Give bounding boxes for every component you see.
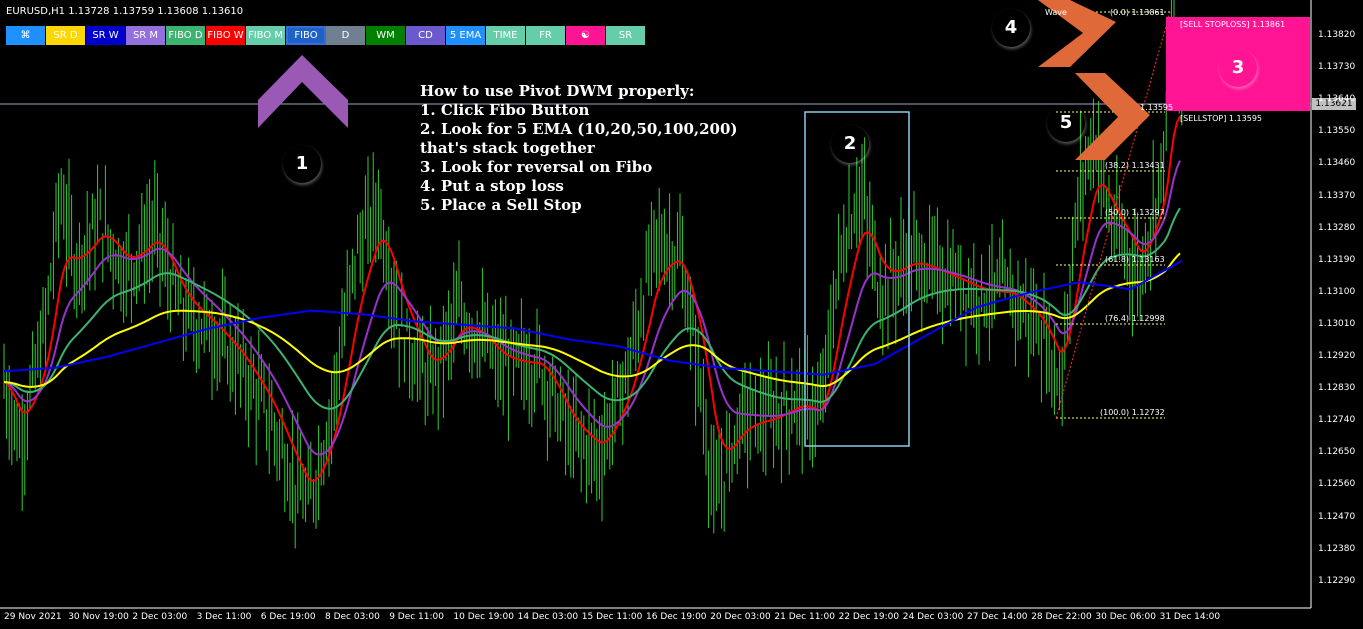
- indicator-toolbar: ⌘ SR D SR W SR M FIBO D FIBO W FIBO M FIBO D WM CD…: [6, 26, 646, 45]
- toolbar-button[interactable]: FIBO W: [206, 26, 246, 45]
- price-tick-label: 1.12740: [1318, 415, 1356, 426]
- fibo-wave-label: Wave: [1045, 8, 1067, 17]
- price-tick-label: 1.12920: [1318, 351, 1356, 361]
- time-tick-label: 9 Dec 11:00: [389, 612, 444, 622]
- time-tick-label: 16 Dec 19:00: [646, 612, 707, 622]
- price-tick-label: 1.13820: [1318, 30, 1356, 40]
- instruction-step: 2. Look for 5 EMA (10,20,50,100,200): [420, 120, 738, 138]
- fibo-level-label: (0.0) 1.13861: [1110, 8, 1165, 17]
- toolbar-button[interactable]: TIME: [486, 26, 526, 45]
- price-tick-label: 1.12650: [1318, 447, 1356, 458]
- instructions-panel: How to use Pivot DWM properly: 1. Click …: [420, 82, 738, 215]
- fibo-level-label: 1.13595: [1140, 103, 1174, 112]
- toolbar-button[interactable]: FR: [526, 26, 566, 45]
- price-tick-label: 1.13640: [1318, 94, 1356, 105]
- time-tick-label: 30 Dec 06:00: [1095, 612, 1156, 622]
- price-tick-label: 1.13100: [1318, 286, 1356, 297]
- time-tick-label: 28 Dec 22:00: [1031, 612, 1092, 622]
- toolbar-button[interactable]: WM: [366, 26, 406, 45]
- toolbar-button[interactable]: SR: [606, 26, 646, 45]
- price-tick-label: 1.13550: [1318, 126, 1356, 137]
- instruction-step: that's stack together: [420, 139, 595, 157]
- time-tick-label: 2 Dec 03:00: [132, 612, 188, 622]
- symbol-header: EURUSD,H1 1.13728 1.13759 1.13608 1.1361…: [6, 6, 244, 17]
- toolbar-button[interactable]: 5 EMA: [446, 26, 486, 45]
- fibo-level-label: (61.8) 1.13163: [1105, 255, 1165, 264]
- price-tick-label: 1.13370: [1318, 190, 1356, 201]
- sellstop-label: [SELLSTOP] 1.13595: [1180, 114, 1262, 123]
- price-tick-label: 1.12560: [1318, 479, 1356, 490]
- step-badge-5: 5: [1047, 104, 1085, 142]
- price-tick-label: 1.13730: [1318, 62, 1356, 73]
- time-tick-label: 10 Dec 19:00: [453, 612, 514, 622]
- step-badge-3: 3: [1219, 49, 1257, 87]
- time-tick-label: 20 Dec 03:00: [710, 612, 771, 622]
- time-tick-label: 3 Dec 11:00: [196, 612, 252, 622]
- toolbar-button[interactable]: SR W: [86, 26, 126, 45]
- fibo-level-label: (50.0) 1.13297: [1105, 208, 1165, 217]
- toolbar-button[interactable]: FIBO: [286, 26, 326, 45]
- time-tick-label: 30 Nov 19:00: [68, 612, 129, 622]
- price-tick-label: 1.12290: [1318, 575, 1356, 586]
- fibo-level-label: (100.0) 1.12732: [1100, 408, 1165, 417]
- price-tick-label: 1.12830: [1318, 383, 1356, 394]
- time-tick-label: 22 Dec 19:00: [838, 612, 900, 622]
- instruction-step: 5. Place a Sell Stop: [420, 196, 582, 214]
- time-tick-label: 14 Dec 03:00: [517, 612, 579, 622]
- fibo-level-label: (38.2) 1.13431: [1105, 161, 1165, 170]
- toolbar-button[interactable]: FIBO D: [166, 26, 206, 45]
- instruction-step: 3. Look for reversal on Fibo: [420, 158, 653, 176]
- price-tick-label: 1.12380: [1318, 543, 1356, 554]
- price-tick-label: 1.13010: [1318, 318, 1356, 329]
- time-tick-label: 15 Dec 11:00: [581, 612, 643, 622]
- time-tick-label: 24 Dec 03:00: [902, 612, 964, 622]
- time-tick-label: 8 Dec 03:00: [325, 612, 380, 622]
- time-tick-label: 21 Dec 11:00: [774, 612, 835, 622]
- sell-stoploss-label: [SELL STOPLOSS] 1.13861: [1180, 20, 1286, 29]
- time-tick-label: 29 Nov 2021: [4, 612, 62, 622]
- time-tick-label: 27 Dec 14:00: [967, 612, 1028, 622]
- instructions-title: How to use Pivot DWM properly:: [420, 82, 695, 100]
- instruction-step: 4. Put a stop loss: [420, 177, 564, 195]
- step-badge-4: 4: [992, 9, 1030, 47]
- price-tick-label: 1.12470: [1318, 511, 1356, 522]
- toolbar-button[interactable]: FIBO M: [246, 26, 286, 45]
- toolbar-button[interactable]: SR M: [126, 26, 166, 45]
- toolbar-button[interactable]: ⌘: [6, 26, 46, 45]
- toolbar-button[interactable]: ☯: [566, 26, 606, 45]
- price-tick-label: 1.13460: [1318, 158, 1356, 169]
- fibo-level-label: (76.4) 1.12998: [1105, 314, 1165, 323]
- time-tick-label: 31 Dec 14:00: [1159, 612, 1221, 622]
- step-badge-2: 2: [831, 125, 869, 163]
- instruction-step: 1. Click Fibo Button: [420, 101, 590, 119]
- toolbar-button[interactable]: SR D: [46, 26, 86, 45]
- toolbar-button[interactable]: D: [326, 26, 366, 45]
- price-tick-label: 1.13190: [1318, 254, 1356, 265]
- toolbar-button[interactable]: CD: [406, 26, 446, 45]
- time-tick-label: 6 Dec 19:00: [260, 612, 316, 622]
- price-tick-label: 1.13280: [1318, 222, 1356, 233]
- step-badge-1: 1: [283, 145, 321, 183]
